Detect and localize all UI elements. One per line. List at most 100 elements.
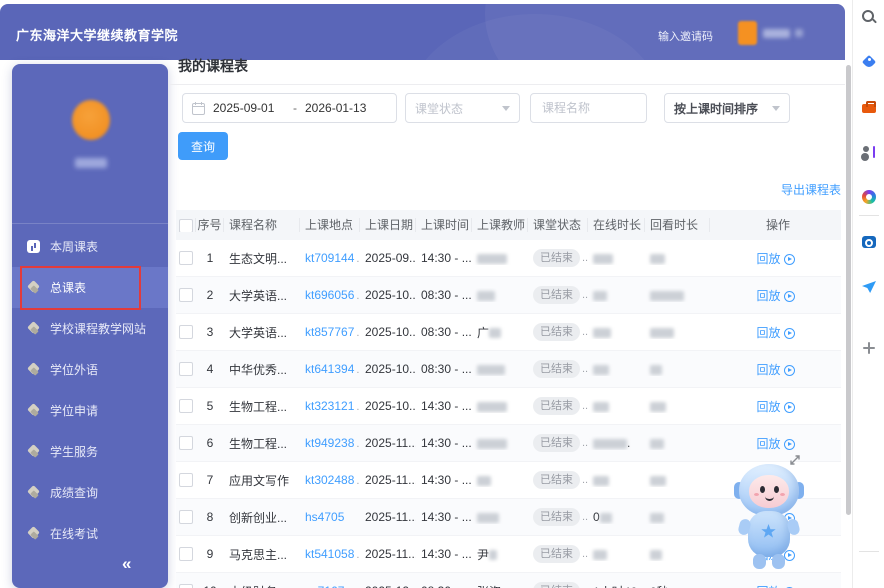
- table-row: 2大学英语...kt696056...2025-10...08:30 - ...…: [176, 277, 841, 314]
- location-link[interactable]: kt949238: [305, 436, 354, 450]
- playback-link[interactable]: 回放: [756, 363, 795, 377]
- location-link[interactable]: kt641394: [305, 362, 354, 376]
- row-checkbox[interactable]: [179, 473, 193, 488]
- location-link[interactable]: kt323121: [305, 399, 354, 413]
- row-checkbox[interactable]: [179, 325, 193, 340]
- playback-duration: 0秒: [645, 583, 710, 588]
- playback-link[interactable]: 回放: [756, 437, 795, 451]
- playback-link[interactable]: 回放: [756, 326, 795, 340]
- avatar[interactable]: [72, 100, 110, 140]
- playback-duration: [645, 436, 710, 450]
- teacher-name: [472, 362, 528, 376]
- class-time: 14:30 - ...: [421, 436, 472, 450]
- teacher-name: 尹: [472, 546, 528, 563]
- location-link[interactable]: kt696056: [305, 288, 354, 302]
- class-date: 2025-10...: [365, 325, 416, 339]
- sort-select[interactable]: 按上课时间排序: [664, 93, 790, 123]
- online-duration: [588, 362, 645, 376]
- top-bar: 广东海洋大学继续教育学院 输入邀请码: [0, 4, 845, 60]
- course-name-input[interactable]: [540, 100, 637, 116]
- send-icon[interactable]: [861, 279, 877, 295]
- row-number: 8: [206, 510, 214, 524]
- sidebar-item[interactable]: 在线考试: [12, 513, 168, 554]
- chevron-down-icon: [772, 105, 780, 111]
- vertical-scrollbar[interactable]: [846, 65, 851, 515]
- playback-link[interactable]: 回放: [756, 252, 795, 266]
- sidebar-collapse-button[interactable]: «: [122, 554, 132, 574]
- redacted-value: [477, 475, 491, 486]
- sidebar-item[interactable]: 学校课程教学网站: [12, 308, 168, 349]
- column-header: 上课教师: [472, 218, 528, 232]
- sidebar-item[interactable]: 学位申请: [12, 390, 168, 431]
- redacted-value: [477, 253, 507, 264]
- teacher-name: [472, 251, 528, 265]
- teacher-name: [472, 473, 528, 487]
- date-range-picker[interactable]: 2025-09-01 - 2026-01-13: [182, 93, 397, 123]
- sidebar: 本周课表总课表学校课程教学网站 学位外语学位申请 学生服务 成绩查询在线考试 «: [12, 64, 168, 588]
- location-link[interactable]: vq7167: [305, 584, 344, 588]
- playback-link[interactable]: 回放: [756, 585, 795, 588]
- playback-link[interactable]: 回放: [756, 400, 795, 414]
- sidebar-item[interactable]: 总课表: [12, 267, 168, 308]
- date-end-value: 2026-01-13: [305, 101, 367, 115]
- sidebar-item-label: 学校课程教学网站: [50, 322, 147, 336]
- designer-icon[interactable]: [861, 189, 877, 205]
- sidebar-item-label: 总课表: [50, 281, 87, 295]
- sidebar-item[interactable]: 本周课表: [12, 226, 168, 267]
- location-link[interactable]: kt541058: [305, 547, 354, 561]
- tag-icon[interactable]: [861, 54, 877, 70]
- playback-link[interactable]: 回放: [756, 289, 795, 303]
- sidebar-item-label: 学位外语: [50, 363, 99, 377]
- add-icon[interactable]: [861, 340, 877, 356]
- row-checkbox[interactable]: [179, 584, 193, 588]
- sidebar-item[interactable]: 成绩查询: [12, 472, 168, 513]
- page-title: 我的课程表: [178, 58, 248, 74]
- redacted-value: [650, 364, 662, 375]
- status-cell: 已结束...: [528, 545, 588, 563]
- sidebar-item[interactable]: 学位外语: [12, 349, 168, 390]
- mascot-eye: [760, 486, 765, 493]
- toolbox-icon[interactable]: [861, 99, 877, 115]
- location-link[interactable]: hs4705: [305, 510, 344, 524]
- row-checkbox[interactable]: [179, 399, 193, 414]
- mascot-leg: [772, 554, 785, 569]
- class-time: 08:30 - ...: [421, 288, 472, 302]
- export-schedule-link[interactable]: 导出课程表: [781, 181, 841, 198]
- redacted-value: [477, 401, 507, 412]
- status-badge: 已结束: [533, 545, 580, 563]
- assistant-mascot[interactable]: [722, 464, 818, 572]
- sidebar-item[interactable]: 学生服务: [12, 431, 168, 472]
- editor-icon[interactable]: [861, 144, 877, 160]
- row-checkbox[interactable]: [179, 288, 193, 303]
- redacted-value: [489, 550, 498, 561]
- date-separator: -: [293, 101, 297, 115]
- redacted-value: [477, 290, 495, 301]
- location-link[interactable]: kt857767: [305, 325, 354, 339]
- course-name-field[interactable]: [530, 93, 647, 123]
- play-circle-icon: [783, 401, 795, 413]
- column-header: 序号: [196, 218, 224, 232]
- class-date: 2025-09...: [365, 251, 416, 265]
- row-checkbox[interactable]: [179, 251, 193, 266]
- column-header: 课堂状态: [528, 218, 588, 232]
- row-checkbox[interactable]: [179, 547, 193, 562]
- account-menu[interactable]: [738, 19, 803, 47]
- invite-code-button[interactable]: 输入邀请码: [658, 28, 713, 44]
- location-link[interactable]: kt709144: [305, 251, 354, 265]
- search-icon[interactable]: [861, 9, 877, 25]
- site-title: 广东海洋大学继续教育学院: [16, 28, 179, 43]
- select-all-checkbox[interactable]: [178, 218, 193, 232]
- redacted-value: [489, 328, 502, 339]
- row-number: 3: [206, 325, 214, 339]
- sidebar-item-label: 在线考试: [50, 527, 99, 541]
- search-button[interactable]: 查询: [178, 132, 228, 160]
- location-link[interactable]: kt302488: [305, 473, 354, 487]
- row-checkbox[interactable]: [179, 436, 193, 451]
- class-status-select[interactable]: 课堂状态: [405, 93, 520, 123]
- row-number: 10: [196, 584, 224, 588]
- outlook-icon[interactable]: [861, 234, 877, 250]
- row-checkbox[interactable]: [179, 510, 193, 525]
- course-name: 大学英语...: [229, 288, 288, 303]
- redacted-value: [593, 475, 609, 486]
- row-checkbox[interactable]: [179, 362, 193, 377]
